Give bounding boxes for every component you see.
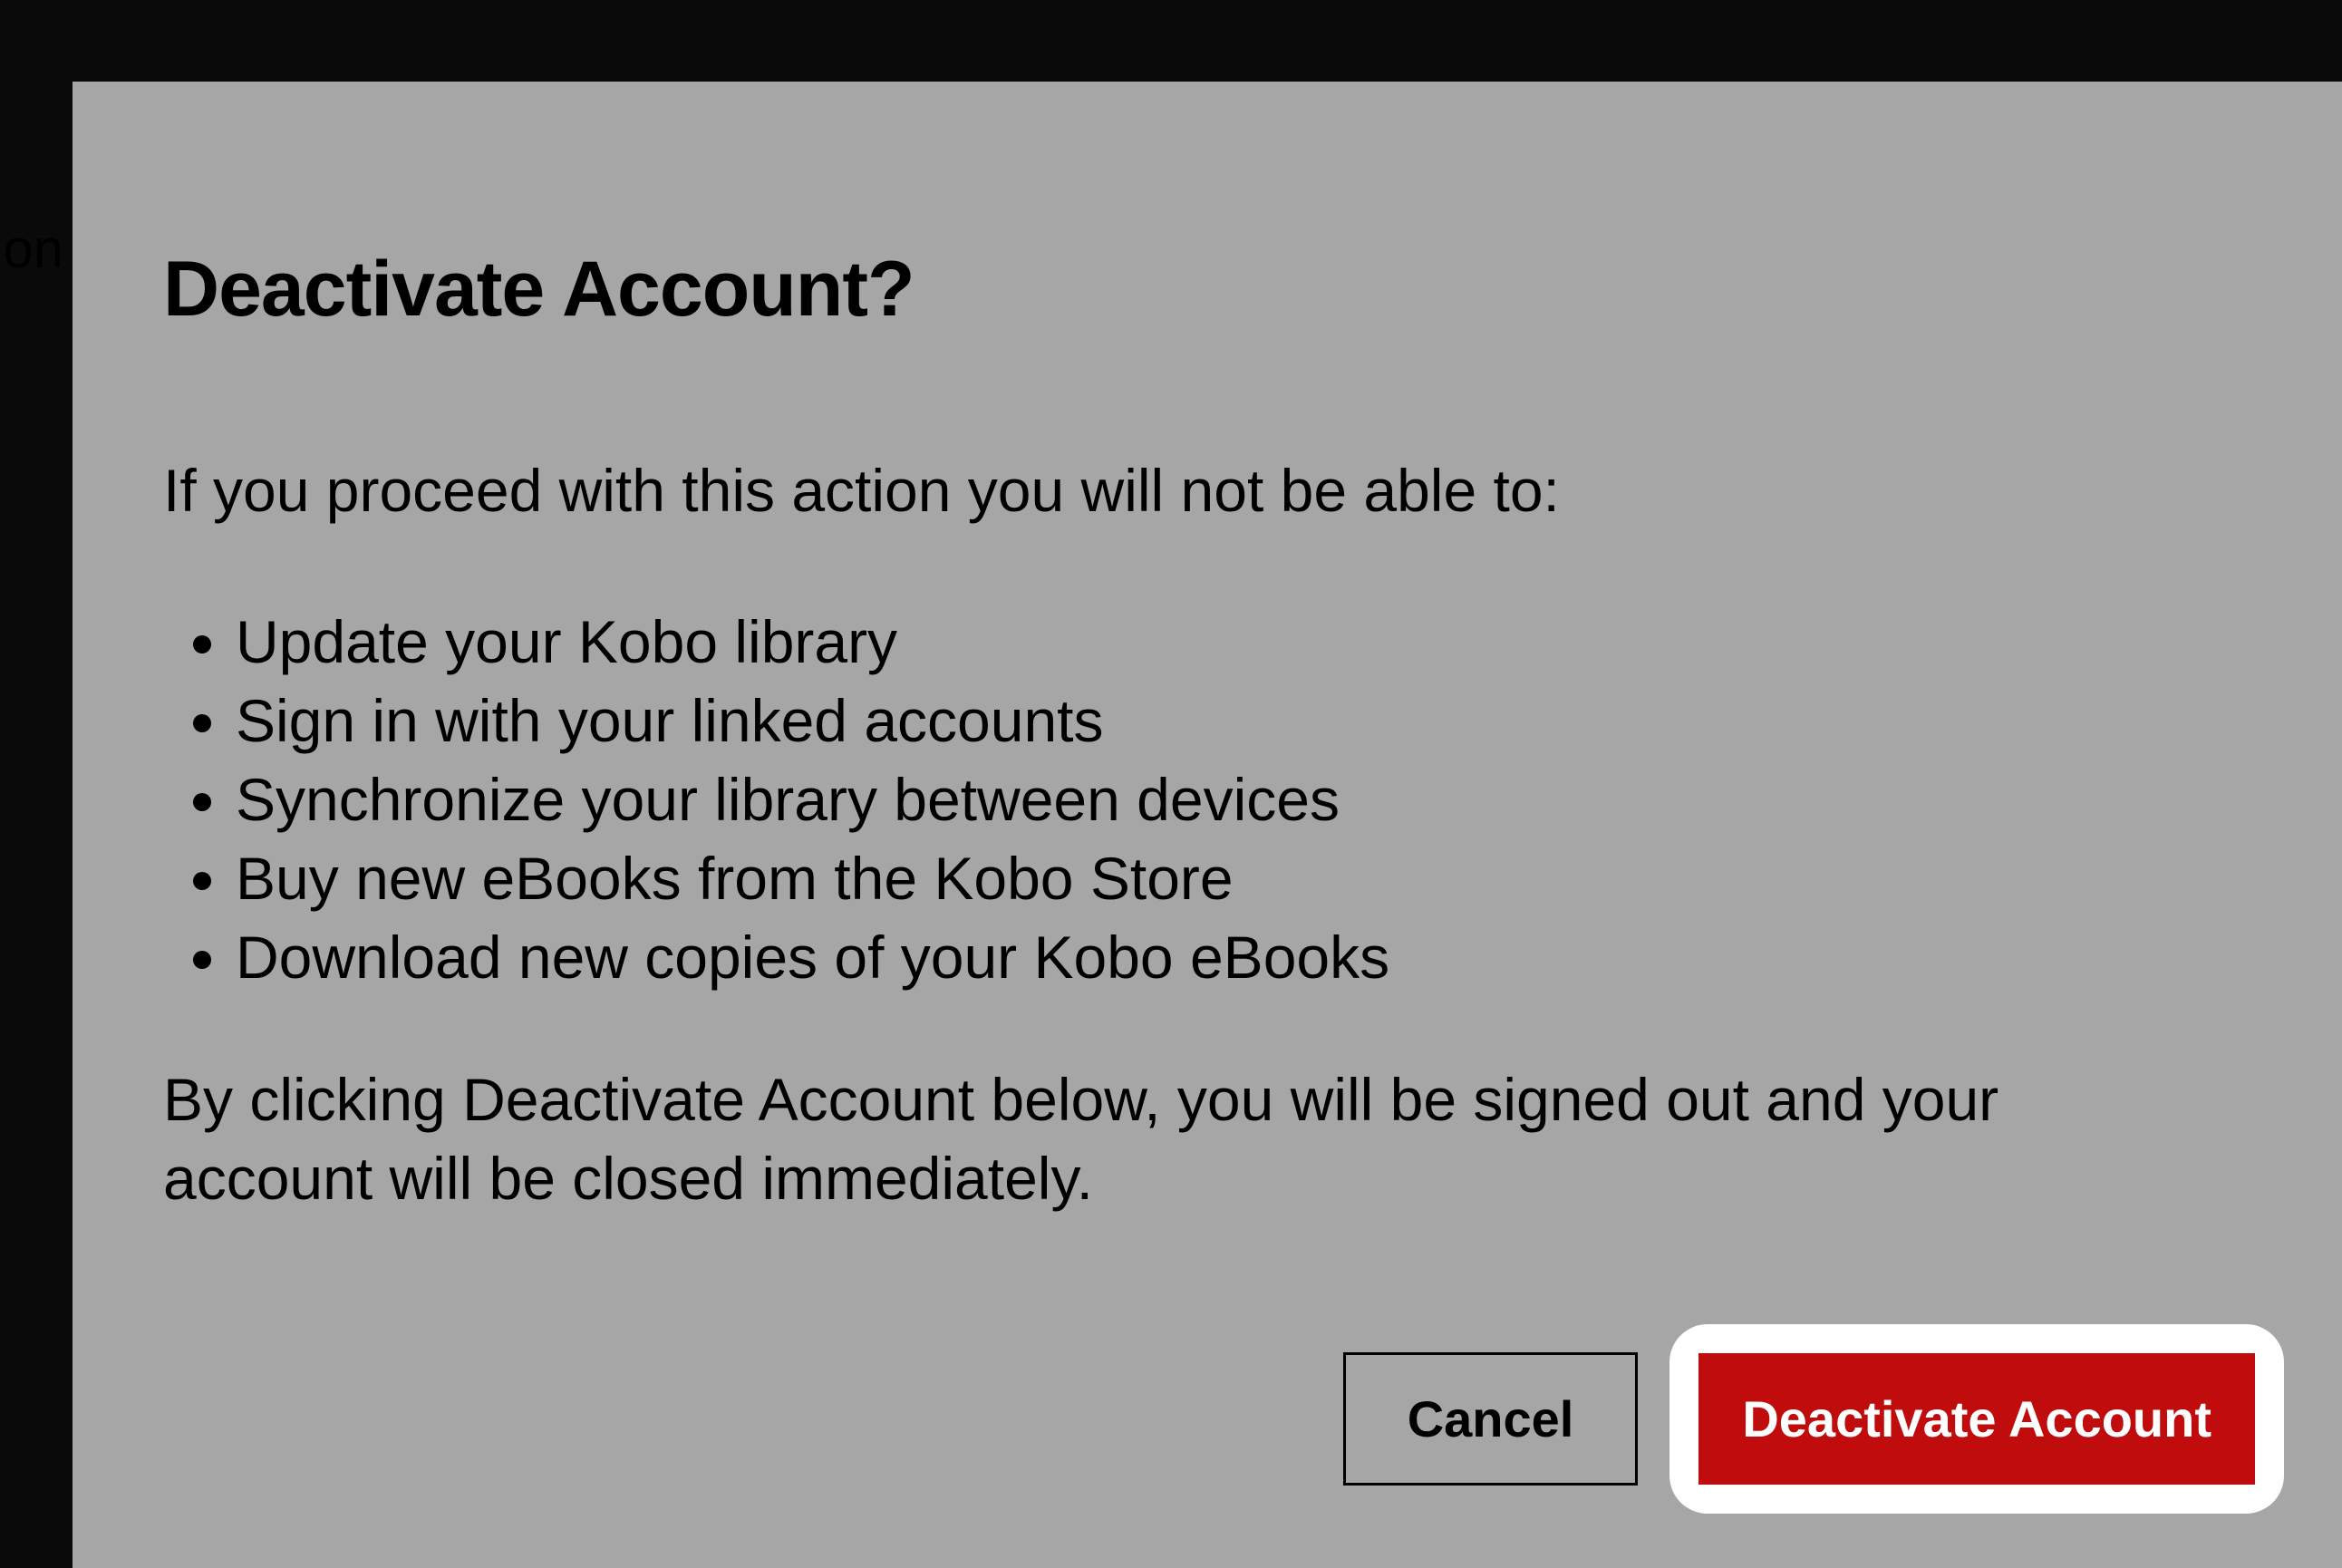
deactivate-account-dialog: Deactivate Account? If you proceed with … <box>73 82 2342 1568</box>
cancel-button[interactable]: Cancel <box>1343 1352 1639 1486</box>
dialog-intro-text: If you proceed with this action you will… <box>163 452 2257 530</box>
dialog-closing-text: By clicking Deactivate Account below, yo… <box>163 1060 2257 1218</box>
background-partial-text: ion <box>0 218 63 280</box>
warning-item: Download new copies of your Kobo eBooks <box>236 918 2257 997</box>
warning-item: Buy new eBooks from the Kobo Store <box>236 839 2257 918</box>
warning-item: Sign in with your linked accounts <box>236 682 2257 760</box>
warning-item: Update your Kobo library <box>236 603 2257 682</box>
deactivate-button-highlight: Deactivate Account <box>1669 1324 2284 1514</box>
warning-item: Synchronize your library between devices <box>236 760 2257 839</box>
dialog-title: Deactivate Account? <box>163 245 2257 334</box>
dialog-button-row: Cancel Deactivate Account <box>1343 1324 2284 1514</box>
dialog-content: Deactivate Account? If you proceed with … <box>73 82 2342 1219</box>
warning-list: Update your Kobo library Sign in with yo… <box>163 603 2257 998</box>
deactivate-account-button[interactable]: Deactivate Account <box>1698 1353 2255 1485</box>
